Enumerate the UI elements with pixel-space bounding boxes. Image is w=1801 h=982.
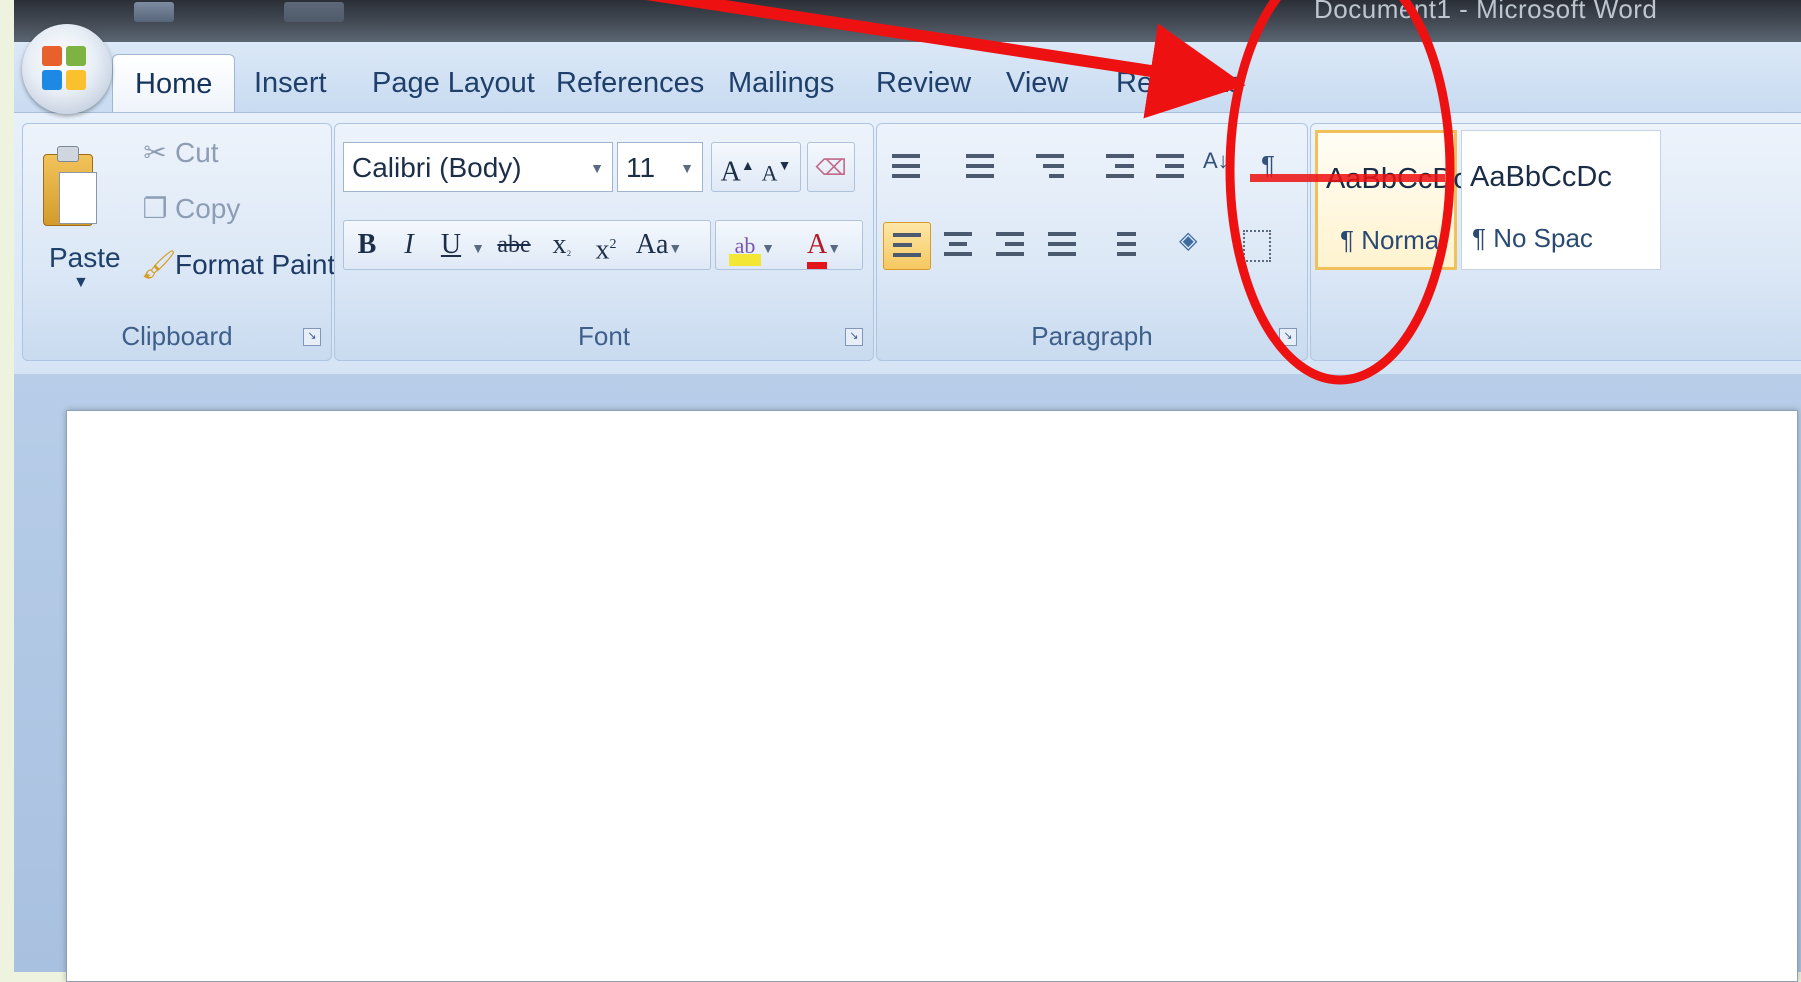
- eraser-icon: ⌫: [815, 155, 847, 180]
- subscript-button[interactable]: x₂: [541, 220, 583, 270]
- title-bar: Document1 - Microsoft Word: [14, 0, 1801, 42]
- style-normal[interactable]: AaBbCcDc ¶ Normal: [1315, 130, 1468, 270]
- style-name: ¶ No Spac: [1472, 223, 1593, 253]
- numbering-button[interactable]: [957, 144, 1003, 190]
- font-size-combo[interactable]: 11 ▼: [617, 142, 703, 192]
- chevron-down-icon[interactable]: ▼: [680, 143, 694, 193]
- tab-insert[interactable]: Insert: [232, 54, 349, 112]
- quick-access-toolbar[interactable]: [284, 2, 344, 22]
- clear-formatting-button[interactable]: ⌫: [807, 142, 855, 192]
- grow-font-button[interactable]: A: [721, 156, 741, 187]
- multilevel-list-button[interactable]: [1027, 144, 1073, 190]
- align-right-button[interactable]: [987, 222, 1033, 268]
- tab-view[interactable]: View: [984, 54, 1090, 112]
- office-logo-icon: [42, 46, 90, 90]
- tab-mailings[interactable]: Mailings: [706, 54, 856, 112]
- paste-dropdown-icon[interactable]: ▼: [73, 274, 89, 292]
- cut-button[interactable]: ✂ Cut: [141, 136, 218, 169]
- justify-button[interactable]: [1039, 222, 1085, 268]
- font-size-grow-shrink-buttons[interactable]: A▲ A▼: [711, 142, 801, 192]
- font-name-combo[interactable]: Calibri (Body) ▼: [343, 142, 613, 192]
- clipboard-group-label: Clipboard: [121, 321, 233, 351]
- superscript-button[interactable]: x2: [585, 220, 627, 270]
- style-sample: AaBbCcDc: [1326, 163, 1468, 195]
- text-highlight-button[interactable]: ab ▼: [721, 220, 783, 270]
- ribbon: Paste ▼ ✂ Cut ❐ Copy 🖌Format Painter Clipb…: [14, 112, 1801, 376]
- copy-icon: ❐: [142, 193, 168, 224]
- paintbrush-icon: 🖌: [141, 249, 177, 280]
- style-name: ¶ Normal: [1340, 225, 1445, 255]
- chevron-down-icon[interactable]: ▼: [590, 143, 604, 193]
- window-title: Document1 - Microsoft Word: [1314, 0, 1658, 24]
- paragraph-dialog-launcher-icon[interactable]: ↘: [1279, 328, 1297, 346]
- sort-button[interactable]: A↓: [1197, 144, 1243, 190]
- clipboard-dialog-launcher-icon[interactable]: ↘: [303, 328, 321, 346]
- paste-icon[interactable]: [43, 144, 103, 226]
- tab-refworks[interactable]: RefWorks: [1094, 54, 1265, 112]
- style-sample: AaBbCcDc: [1470, 161, 1612, 193]
- format-painter-button[interactable]: 🖌Format Painter: [141, 248, 360, 281]
- underline-button[interactable]: U: [433, 220, 469, 270]
- ribbon-tab-strip: Home Insert Page Layout References Maili…: [14, 24, 1801, 114]
- show-hide-marks-button[interactable]: ¶: [1249, 144, 1295, 190]
- align-center-button[interactable]: [935, 222, 981, 268]
- tab-review[interactable]: Review: [854, 54, 993, 112]
- tab-home[interactable]: Home: [112, 54, 236, 113]
- line-spacing-button[interactable]: [1099, 222, 1145, 268]
- font-dialog-launcher-icon[interactable]: ↘: [845, 328, 863, 346]
- styles-group: AaBbCcDc ¶ Normal AaBbCcDc ¶ No Spac: [1310, 123, 1801, 361]
- font-color-button[interactable]: A▼: [791, 220, 857, 270]
- paragraph-group-label: Paragraph: [1031, 321, 1153, 351]
- shrink-font-button[interactable]: A: [762, 160, 778, 185]
- border-icon: [1243, 230, 1271, 262]
- shading-button[interactable]: ◈: [1169, 222, 1215, 268]
- style-no-spacing[interactable]: AaBbCcDc ¶ No Spac: [1461, 130, 1661, 270]
- increase-indent-button[interactable]: [1147, 144, 1193, 190]
- clipboard-group: Paste ▼ ✂ Cut ❐ Copy 🖌Format Painter Clipb…: [22, 123, 360, 361]
- italic-button[interactable]: I: [391, 220, 427, 270]
- quick-access-save-button[interactable]: [134, 2, 174, 22]
- strikethrough-button[interactable]: abe: [489, 220, 539, 270]
- paragraph-group: A↓ ¶ ◈ Paragraph ↘: [876, 123, 1308, 361]
- change-case-button[interactable]: Aa▼: [629, 220, 689, 270]
- borders-button[interactable]: [1233, 222, 1279, 268]
- sort-icon: A↓: [1203, 148, 1229, 173]
- highlighter-icon: ab: [729, 232, 762, 266]
- scissors-icon: ✂: [143, 137, 167, 168]
- align-left-button[interactable]: [883, 222, 931, 270]
- underline-dropdown-icon[interactable]: ▼: [467, 220, 489, 270]
- pilcrow-icon: ¶: [1261, 150, 1275, 180]
- paint-bucket-icon: ◈: [1179, 227, 1198, 254]
- bold-button[interactable]: B: [349, 220, 385, 270]
- tab-page-layout[interactable]: Page Layout: [350, 54, 557, 112]
- font-group-label: Font: [577, 321, 631, 351]
- copy-button[interactable]: ❐ Copy: [141, 192, 240, 225]
- bullets-button[interactable]: [883, 144, 929, 190]
- office-button[interactable]: [22, 24, 112, 114]
- tab-references[interactable]: References: [534, 54, 726, 112]
- document-page[interactable]: [66, 410, 1798, 982]
- decrease-indent-button[interactable]: [1097, 144, 1143, 190]
- paste-button[interactable]: Paste: [49, 242, 121, 274]
- font-group: Calibri (Body) ▼ 11 ▼ A▲ A▼ ⌫ B I U ▼ abe …: [334, 123, 874, 361]
